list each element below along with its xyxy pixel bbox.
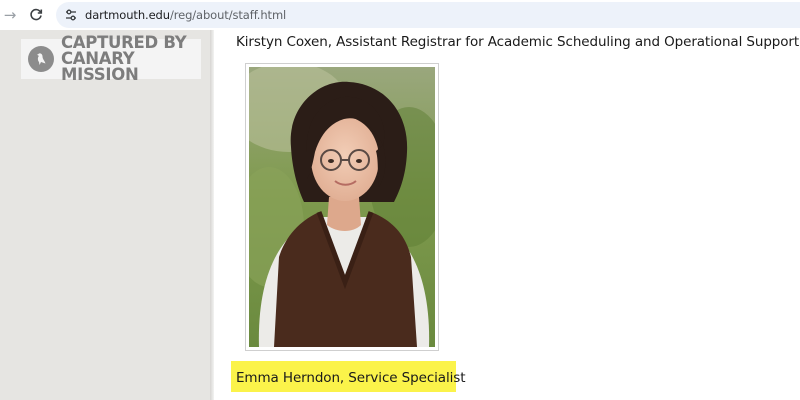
sidebar-divider	[210, 30, 214, 400]
left-sidebar	[0, 30, 213, 400]
staff-caption: Emma Herndon, Service Specialist	[236, 370, 466, 386]
staff-photo-frame	[245, 63, 439, 351]
url-text[interactable]: dartmouth.edu/reg/about/staff.html	[85, 8, 286, 22]
watermark: CAPTURED BY CANARY MISSION	[21, 34, 201, 83]
forward-arrow-icon[interactable]: →	[0, 4, 21, 26]
watermark-line2: CANARY MISSION	[61, 49, 139, 84]
url-path: /reg/about/staff.html	[169, 8, 287, 22]
staff-photo	[249, 67, 435, 347]
browser-toolbar: → dartmouth.edu/reg/about/staff.html	[0, 0, 800, 30]
staff-caption-previous: Kirstyn Coxen, Assistant Registrar for A…	[236, 34, 800, 50]
reload-icon[interactable]	[25, 4, 47, 26]
site-info-icon[interactable]	[62, 6, 80, 24]
watermark-text: CAPTURED BY CANARY MISSION	[61, 34, 201, 84]
url-domain: dartmouth.edu	[85, 8, 170, 22]
address-bar[interactable]: dartmouth.edu/reg/about/staff.html	[56, 2, 800, 28]
canary-logo-icon	[28, 46, 54, 72]
